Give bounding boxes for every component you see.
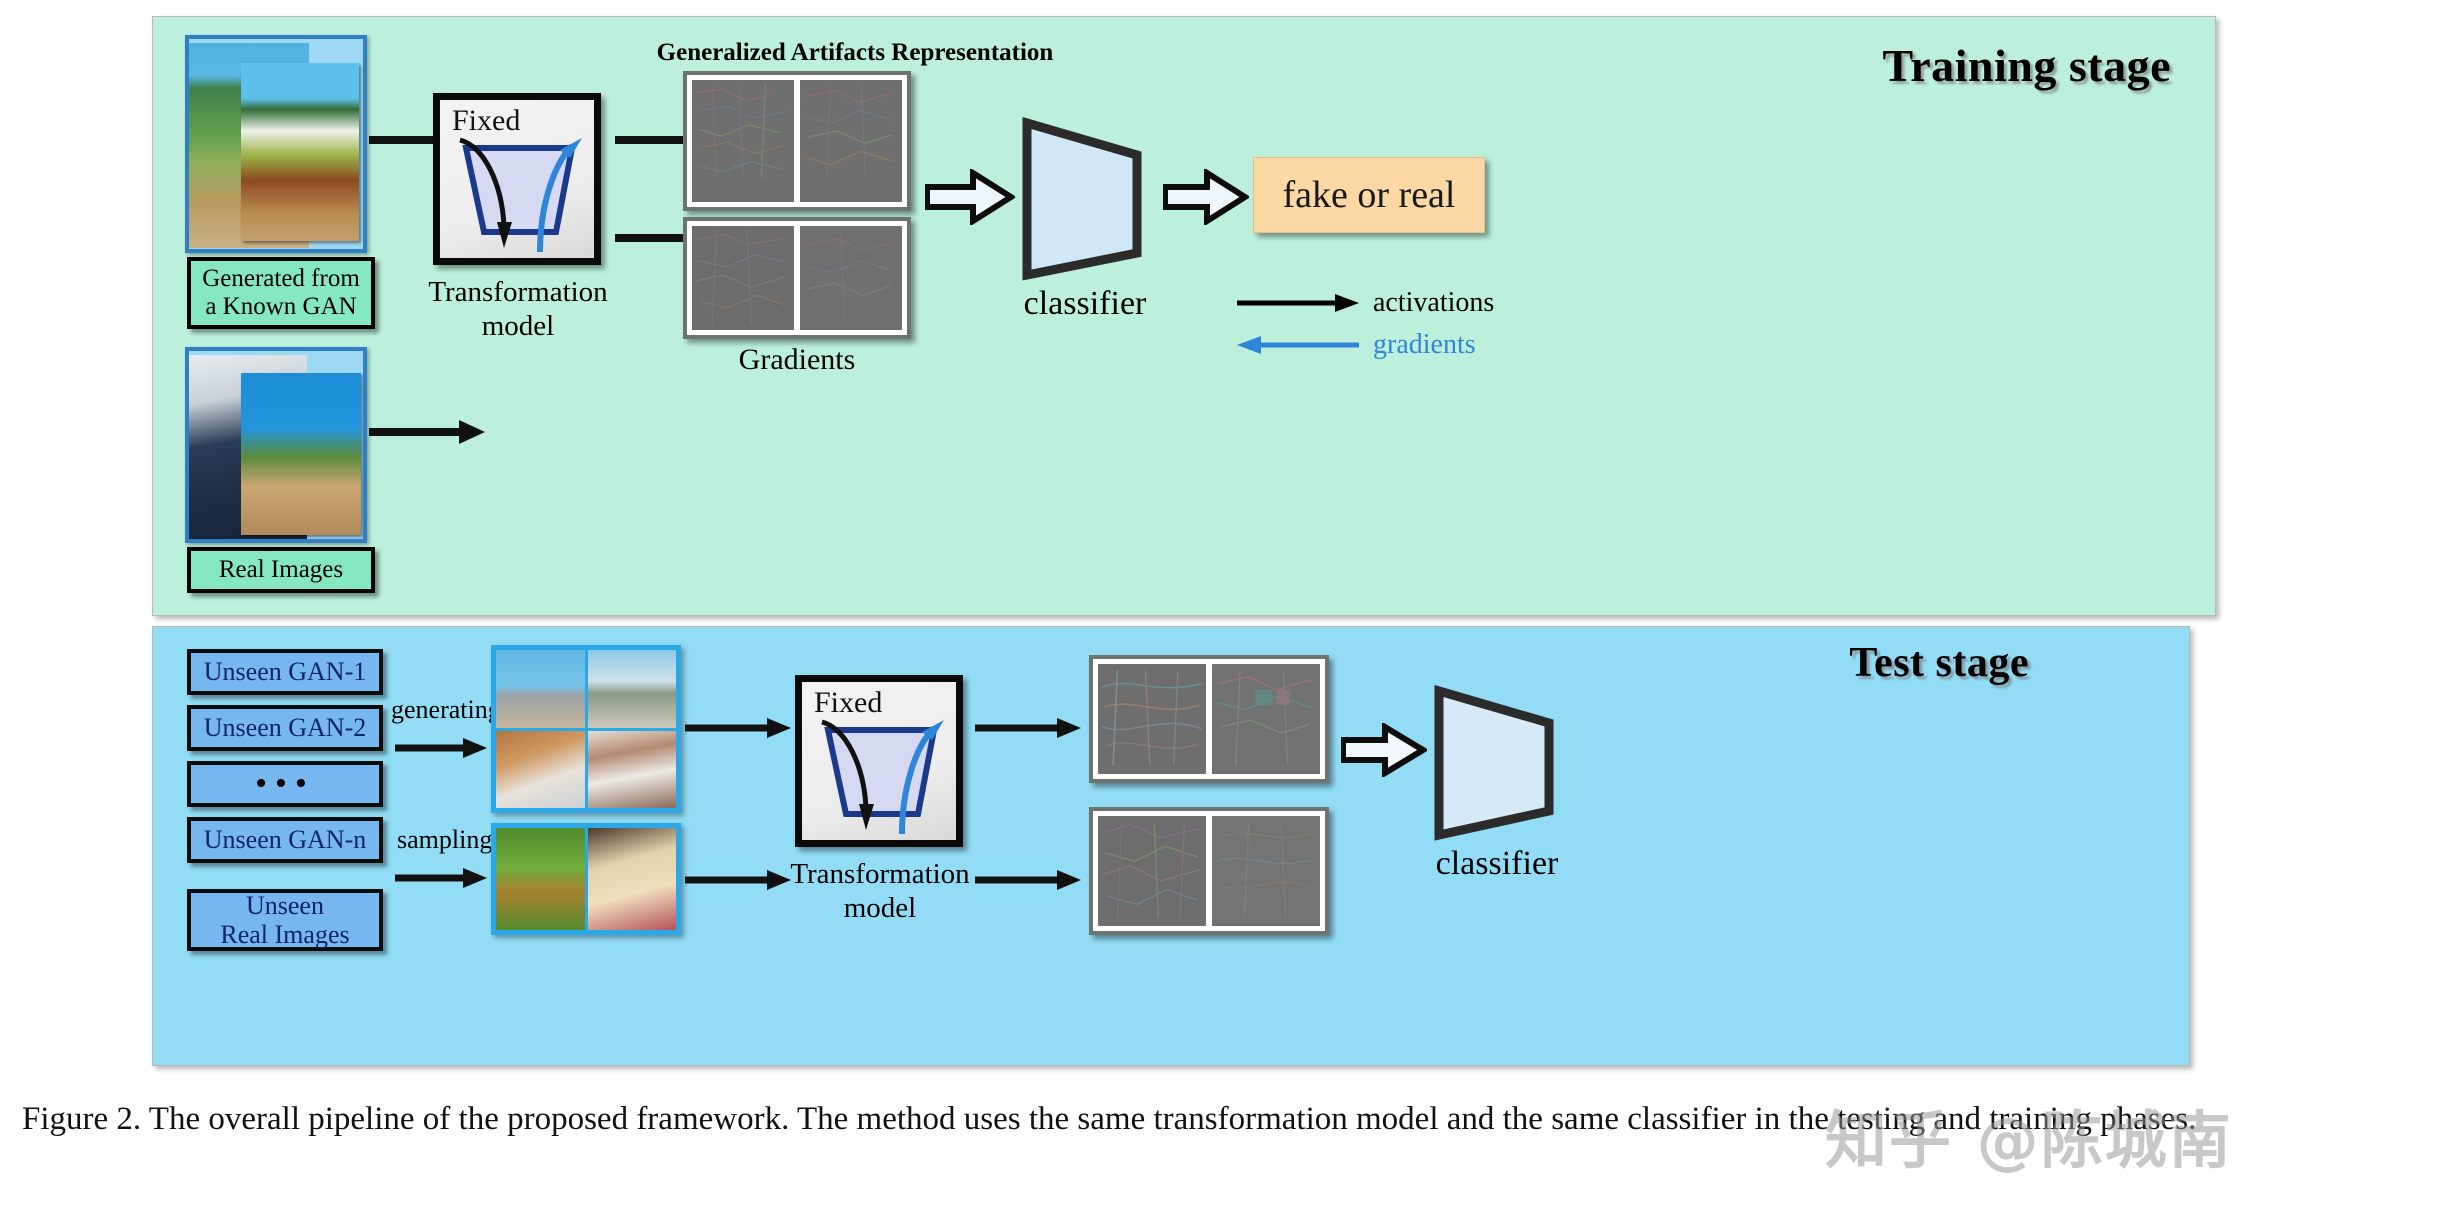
output-fake-or-real-box: fake or real <box>1253 157 1485 233</box>
transformation-model-label-training: Transformation model <box>403 275 633 343</box>
unseen-real-images-box: Unseen Real Images <box>187 889 383 951</box>
generated-image-front <box>241 63 359 241</box>
legend-row-gradients: gradients <box>1235 329 1476 361</box>
training-stage-panel: Training stage Generated from a Known GA… <box>152 16 2216 616</box>
legend: activations gradients <box>1235 287 1555 377</box>
sample-photo-airport <box>587 650 676 728</box>
arrow-generated-samples-to-transform <box>685 718 791 738</box>
arrow-transform-to-artifacts-test <box>975 718 1081 738</box>
generalized-artifacts-title: Generalized Artifacts Representation <box>656 39 1054 66</box>
transformation-diagram-training <box>459 137 582 253</box>
test-gradient-tile-2 <box>1212 816 1320 926</box>
unseen-real-line1: Unseen <box>246 890 324 920</box>
transformation-model-box-training: Fixed <box>433 93 601 265</box>
training-stage-title: Training stage <box>1882 40 2171 91</box>
test-gradient-tile-1 <box>1098 816 1206 926</box>
unseen-real-line2: Real Images <box>220 920 350 949</box>
real-samples-grid <box>491 823 681 935</box>
test-artifacts-frame-top <box>1089 655 1329 783</box>
transform-label-line2-test: model <box>843 892 917 925</box>
test-stage-title: Test stage <box>1849 640 2029 686</box>
real-caption-label: Real Images <box>218 556 344 583</box>
artifacts-representation-frame <box>683 71 911 211</box>
classifier-shape-test <box>1434 685 1554 841</box>
arrow-transform-to-gradients-test <box>975 870 1081 890</box>
activations-arrow-icon <box>1237 294 1359 312</box>
unseen-gan-1-box: Unseen GAN-1 <box>187 649 383 695</box>
sample-photo-rabbit <box>496 828 585 930</box>
test-stage-panel: Test stage Unseen GAN-1 Unseen GAN-2 •••… <box>152 626 2190 1066</box>
sample-photo-couch <box>496 730 585 808</box>
block-arrow-to-classifier-training <box>925 169 1015 225</box>
classifier-shape-training <box>1022 117 1142 281</box>
arrow-real-to-transform <box>369 420 485 444</box>
classifier-label-training: classifier <box>1023 285 1147 322</box>
output-label: fake or real <box>1282 174 1456 216</box>
legend-label-activations: activations <box>1373 287 1495 318</box>
figure-caption: Figure 2. The overall pipeline of the pr… <box>22 1101 2197 1137</box>
generated-image-card <box>185 35 367 253</box>
transformation-diagram-test <box>821 719 944 835</box>
unseen-gan-ellipsis-box: ••• <box>187 761 383 807</box>
arrow-generating <box>395 738 487 758</box>
artifact-tile-2 <box>800 80 902 202</box>
transform-label-line1-test: Transformation <box>790 858 970 890</box>
unseen-gan-ellipsis-label: ••• <box>255 765 315 803</box>
block-arrow-to-output <box>1163 169 1249 225</box>
real-image-card <box>185 347 367 543</box>
unseen-gan-2-box: Unseen GAN-2 <box>187 705 383 751</box>
gradients-representation-frame <box>683 217 911 339</box>
generated-caption-line2: a Known GAN <box>205 293 357 320</box>
arrow-sampling <box>395 868 487 888</box>
artifact-tile-1 <box>692 80 794 202</box>
unseen-gan-1-label: Unseen GAN-1 <box>203 657 367 687</box>
test-artifact-tile-1 <box>1098 664 1206 774</box>
generated-samples-grid <box>491 645 681 813</box>
gradient-tile-2 <box>800 226 902 330</box>
legend-label-gradients: gradients <box>1373 329 1476 360</box>
sample-photo-bedroom <box>587 730 676 808</box>
gradients-arrow-icon <box>1237 336 1359 354</box>
transformation-model-box-test: Fixed <box>795 675 963 847</box>
generating-label: generating <box>391 695 501 724</box>
test-artifact-tile-2 <box>1212 664 1320 774</box>
real-image-front <box>241 373 361 535</box>
sampling-label: sampling <box>397 825 493 854</box>
real-image-caption: Real Images <box>187 547 375 593</box>
test-artifacts-frame-bottom <box>1089 807 1329 935</box>
gradient-tile-1 <box>692 226 794 330</box>
transform-label-line1-training: Transformation <box>428 276 608 308</box>
gradients-label: Gradients <box>738 343 856 376</box>
generated-caption-line1: Generated from <box>202 265 360 292</box>
generated-image-caption: Generated from a Known GAN <box>187 257 375 329</box>
unseen-gan-n-label: Unseen GAN-n <box>203 825 367 855</box>
sample-photo-dog <box>587 828 676 930</box>
sample-photo-airplane <box>496 650 585 728</box>
legend-row-activations: activations <box>1235 287 1494 319</box>
unseen-gan-2-label: Unseen GAN-2 <box>203 713 367 743</box>
transform-label-line2-training: model <box>481 310 555 343</box>
block-arrow-to-classifier-test <box>1341 723 1427 777</box>
transformation-model-label-test: Transformation model <box>765 857 995 925</box>
unseen-gan-n-box: Unseen GAN-n <box>187 817 383 863</box>
classifier-label-test: classifier <box>1435 845 1559 882</box>
